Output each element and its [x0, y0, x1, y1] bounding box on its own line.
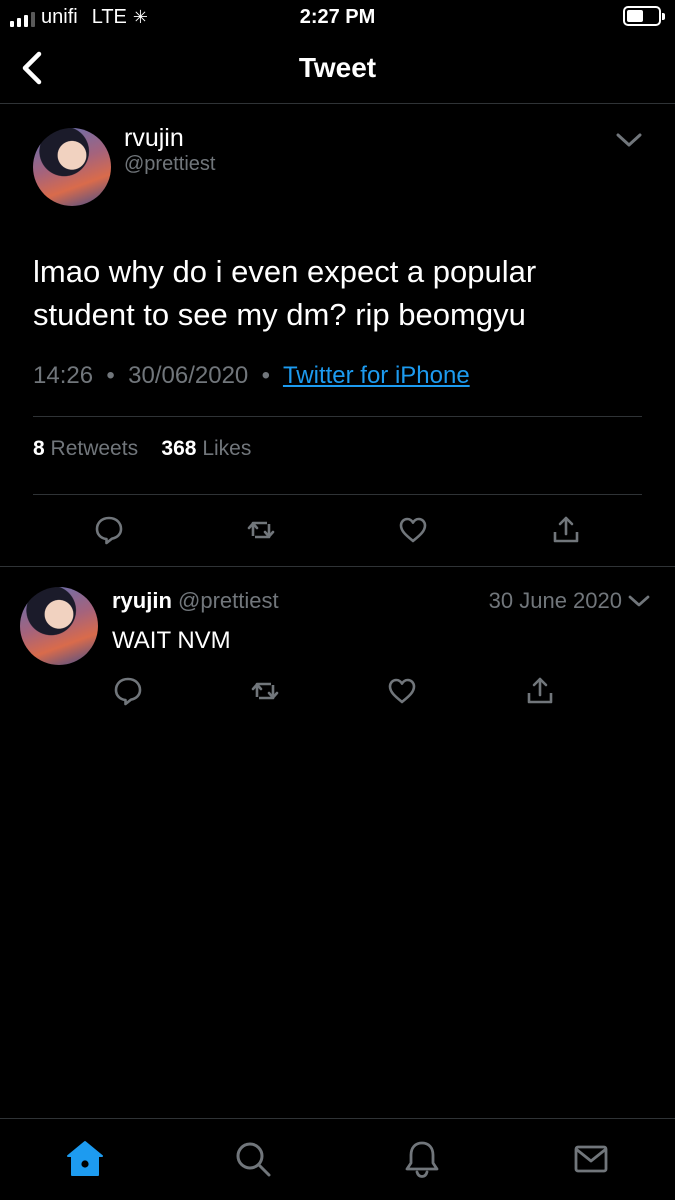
retweet-icon[interactable]: [249, 675, 281, 707]
retweets-count: 8: [33, 437, 45, 460]
mail-icon[interactable]: [571, 1139, 611, 1179]
status-time: 2:27 PM: [299, 6, 376, 28]
meta-separator: •: [99, 362, 122, 389]
home-icon[interactable]: [65, 1139, 105, 1179]
meta-separator: •: [254, 362, 277, 389]
retweets-label: Retweets: [50, 437, 139, 460]
chevron-down-icon[interactable]: [614, 128, 644, 152]
heart-icon[interactable]: [397, 514, 429, 546]
divider: [33, 494, 642, 495]
reply-date: 30 June 2020: [488, 588, 622, 613]
tweet-stats: 8 Retweets 368 Likes: [33, 437, 251, 461]
retweet-icon[interactable]: [245, 514, 277, 546]
tweet-time: 14:26: [33, 362, 94, 389]
tweet-text: lmao why do i even expect a popular stud…: [33, 254, 537, 332]
comment-icon[interactable]: [93, 514, 125, 546]
avatar[interactable]: [33, 128, 111, 206]
share-icon[interactable]: [524, 675, 556, 707]
bell-icon[interactable]: [402, 1139, 442, 1179]
search-icon[interactable]: [233, 1139, 273, 1179]
comment-icon[interactable]: [112, 675, 144, 707]
divider: [33, 416, 642, 417]
status-bar: unifi LTE ✳ 2:27 PM: [0, 0, 675, 36]
likes-label: Likes: [202, 437, 252, 460]
reply-author-name[interactable]: ryujin: [112, 588, 172, 613]
tweet-separator: [0, 566, 675, 567]
tweet-source-link[interactable]: Twitter for iPhone: [283, 362, 470, 389]
author-name[interactable]: rvujin: [124, 124, 184, 153]
reply-text: WAIT NVM: [112, 627, 231, 654]
nav-header: Tweet: [0, 36, 675, 104]
chevron-down-icon[interactable]: [626, 590, 652, 612]
battery-icon: [623, 6, 665, 26]
reply-avatar[interactable]: [20, 587, 98, 665]
tab-bar: [0, 1118, 675, 1200]
heart-icon[interactable]: [386, 675, 418, 707]
retweets-stat[interactable]: 8 Retweets: [33, 437, 138, 460]
reply-author-handle[interactable]: @prettiest: [178, 588, 279, 613]
author-handle[interactable]: @prettiest: [124, 153, 215, 176]
page-title: Tweet: [298, 52, 377, 83]
reply-header: ryujin @prettiest: [112, 588, 279, 614]
tweet-meta: 14:26 • 30/06/2020 • Twitter for iPhone: [33, 362, 470, 390]
likes-count: 368: [161, 437, 197, 460]
tweet-date: 30/06/2020: [128, 362, 249, 389]
share-icon[interactable]: [550, 514, 582, 546]
likes-stat[interactable]: 368 Likes: [161, 437, 251, 460]
